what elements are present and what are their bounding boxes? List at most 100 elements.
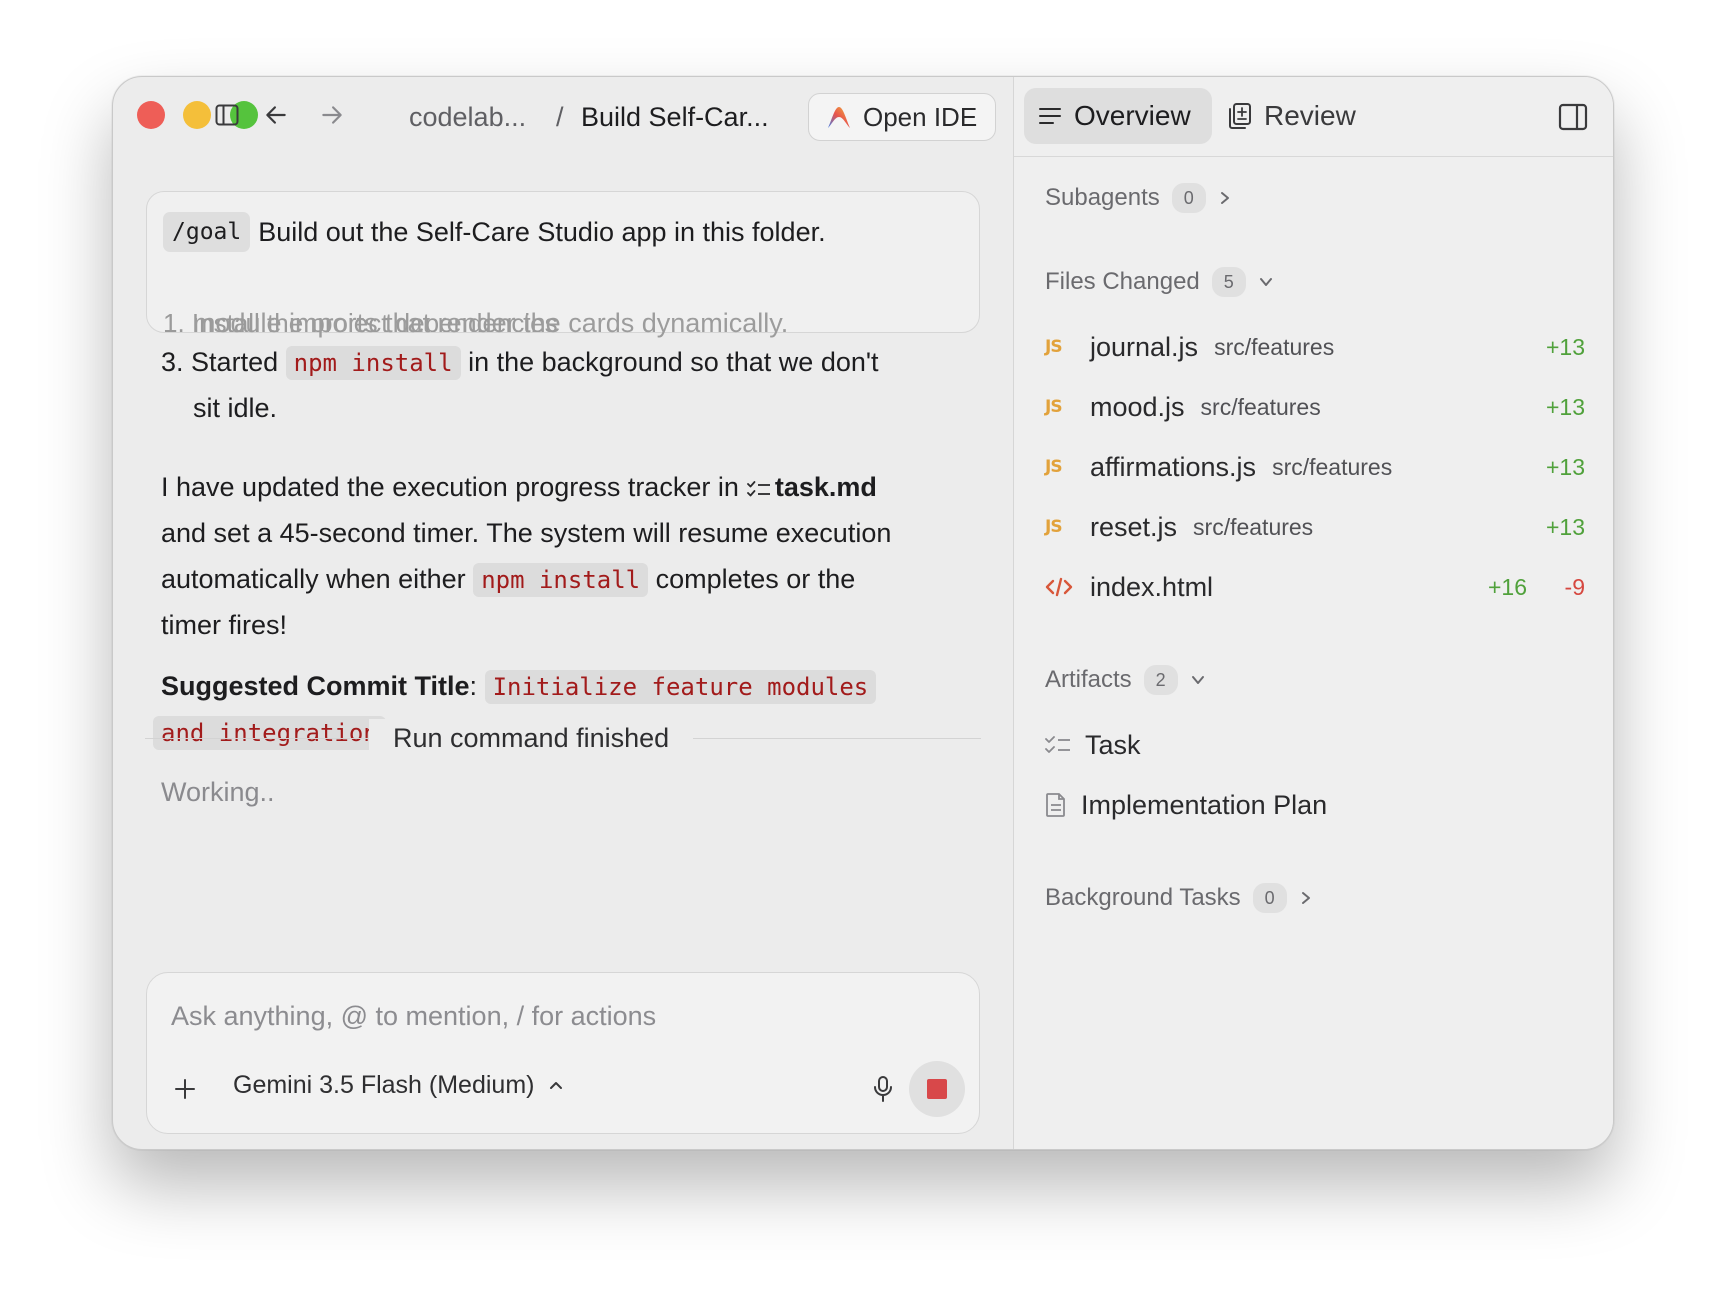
- commit-title-label: Suggested Commit Title: [161, 671, 470, 701]
- open-ide-button[interactable]: Open IDE: [808, 93, 996, 141]
- antigravity-logo-icon: [828, 107, 850, 128]
- breadcrumb-separator: /: [556, 102, 564, 132]
- step-3-pre: Started: [191, 347, 279, 377]
- file-path: src/features: [1214, 333, 1335, 360]
- paragraph-pre: I have updated the execution progress tr…: [161, 472, 739, 502]
- artifact-implementation-plan-label: Implementation Plan: [1081, 789, 1328, 820]
- app-window: codelab... / Build Self-Car... Open IDE …: [112, 76, 1614, 1150]
- subagents-section-header[interactable]: Subagents 0: [1045, 183, 1232, 213]
- artifacts-count-badge: 2: [1143, 665, 1178, 695]
- lines-added: +16: [1487, 573, 1527, 600]
- add-attachment-button[interactable]: [169, 1073, 201, 1105]
- background-tasks-label: Background Tasks: [1045, 884, 1241, 911]
- commit-title-line-2: and integration: [153, 709, 386, 756]
- microphone-button[interactable]: [865, 1071, 901, 1107]
- run-command-status[interactable]: Run command finished: [369, 719, 694, 757]
- open-ide-label: Open IDE: [863, 101, 978, 132]
- lines-removed: -9: [1564, 573, 1585, 600]
- plus-icon: [175, 1079, 195, 1099]
- artifact-task[interactable]: Task: [1045, 723, 1141, 767]
- paragraph-line-3-post: completes or the: [655, 564, 856, 594]
- file-row-mood[interactable]: JS mood.js src/features +13: [1045, 385, 1585, 429]
- html-code-icon: [1045, 576, 1073, 598]
- artifacts-label: Artifacts: [1045, 666, 1132, 693]
- paragraph-line-1: I have updated the execution progress tr…: [161, 464, 877, 510]
- tab-review[interactable]: Review: [1214, 88, 1370, 144]
- files-changed-section-header[interactable]: Files Changed 5: [1045, 267, 1274, 297]
- js-file-icon: JS: [1045, 457, 1063, 477]
- artifacts-section-header[interactable]: Artifacts 2: [1045, 665, 1206, 695]
- step-3-line: 3. Started npm install in the background…: [161, 339, 879, 386]
- files-changed-label: Files Changed: [1045, 268, 1200, 295]
- file-row-journal[interactable]: JS journal.js src/features +13: [1045, 325, 1585, 369]
- commit-title-code-2: and integration: [153, 716, 386, 750]
- file-path: src/features: [1193, 513, 1314, 540]
- npm-install-code-2: npm install: [473, 563, 649, 597]
- sidebar-toggle-icon[interactable]: [215, 103, 239, 127]
- tab-overview[interactable]: Overview: [1024, 88, 1212, 144]
- microphone-icon: [874, 1076, 892, 1102]
- tab-review-label: Review: [1264, 100, 1356, 131]
- artifact-implementation-plan[interactable]: Implementation Plan: [1045, 783, 1327, 827]
- forward-button[interactable]: [316, 99, 348, 131]
- artifact-task-label: Task: [1085, 729, 1141, 760]
- task-md-link[interactable]: task.md: [775, 472, 877, 502]
- step-3-line-2: sit idle.: [193, 393, 278, 423]
- panel-toggle-icon[interactable]: [1557, 101, 1589, 133]
- goal-line: /goal Build out the Self-Care Studio app…: [163, 212, 826, 252]
- subagents-count-badge: 0: [1171, 183, 1206, 213]
- arrow-right-icon: [322, 106, 342, 124]
- conversation-pane: codelab... / Build Self-Car... Open IDE …: [113, 77, 1013, 1149]
- chat-input-box[interactable]: Ask anything, @ to mention, / for action…: [146, 972, 980, 1134]
- file-name: mood.js: [1090, 391, 1185, 422]
- document-icon: [1046, 793, 1065, 817]
- lines-added: +13: [1545, 453, 1585, 480]
- paragraph-line-3-pre: automatically when either: [161, 564, 466, 594]
- minimize-window-button[interactable]: [183, 101, 211, 129]
- model-name: Gemini 3.5 Flash (Medium): [233, 1071, 535, 1099]
- file-path: src/features: [1272, 453, 1393, 480]
- breadcrumb-project[interactable]: codelab...: [409, 101, 526, 133]
- paragraph-line-4: timer fires!: [161, 610, 288, 640]
- lines-menu-icon: [1039, 108, 1061, 124]
- file-name: reset.js: [1090, 511, 1178, 542]
- commit-title-colon: :: [469, 671, 478, 701]
- file-name: affirmations.js: [1090, 451, 1257, 482]
- chevron-down-icon: [1259, 278, 1272, 286]
- file-row-index-html[interactable]: index.html +16 -9: [1045, 565, 1585, 609]
- paragraph-line-2: and set a 45-second timer. The system wi…: [161, 518, 892, 548]
- model-selector[interactable]: Gemini 3.5 Flash (Medium): [233, 1071, 564, 1100]
- goal-command-tag: /goal: [163, 212, 251, 252]
- npm-install-code: npm install: [285, 346, 461, 380]
- chevron-right-icon: [1301, 892, 1310, 904]
- step-3-post: in the background so that we don't: [468, 347, 879, 377]
- review-document-icon: [1229, 103, 1251, 129]
- back-button[interactable]: [260, 99, 292, 131]
- js-file-icon: JS: [1045, 337, 1063, 357]
- file-name: journal.js: [1090, 331, 1199, 362]
- lines-added: +13: [1545, 333, 1585, 360]
- working-indicator: Working..: [161, 777, 275, 807]
- background-tasks-count-badge: 0: [1252, 883, 1287, 913]
- chevron-down-icon: [1191, 676, 1204, 684]
- background-tasks-section-header[interactable]: Background Tasks 0: [1045, 883, 1313, 913]
- file-path: src/features: [1200, 393, 1321, 420]
- lines-added: +13: [1545, 513, 1585, 540]
- chat-input-placeholder[interactable]: Ask anything, @ to mention, / for action…: [171, 1001, 656, 1032]
- stop-generation-button[interactable]: [909, 1061, 965, 1117]
- overview-panel: Overview Review Subagents 0 Files Change…: [1014, 77, 1613, 1149]
- file-row-affirmations[interactable]: JS affirmations.js src/features +13: [1045, 445, 1585, 489]
- close-window-button[interactable]: [137, 101, 165, 129]
- task-checklist-icon: [746, 481, 770, 497]
- chevron-up-icon: [550, 1081, 563, 1089]
- file-name: index.html: [1090, 571, 1214, 602]
- goal-text: Build out the Self-Care Studio app in th…: [258, 217, 826, 247]
- panel-header-divider: [1014, 156, 1613, 157]
- chevron-right-icon: [1220, 192, 1229, 204]
- breadcrumb-conversation-title[interactable]: Build Self-Car...: [581, 101, 769, 133]
- lines-added: +13: [1545, 393, 1585, 420]
- stop-icon: [927, 1079, 947, 1099]
- paragraph-line-3: automatically when either npm install co…: [161, 556, 855, 603]
- tab-overview-label: Overview: [1074, 100, 1191, 131]
- file-row-reset[interactable]: JS reset.js src/features +13: [1045, 505, 1585, 549]
